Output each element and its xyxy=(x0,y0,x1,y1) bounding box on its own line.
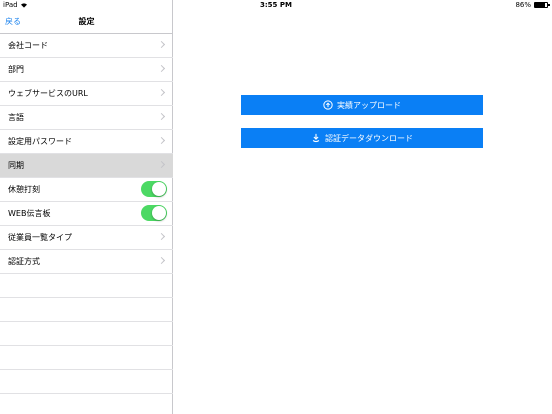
settings-row-label: 認証方式 xyxy=(8,257,40,266)
toggle-knob xyxy=(152,182,166,196)
settings-row-employee-list-type[interactable]: 従業員一覧タイプ xyxy=(0,226,173,250)
empty-list-row xyxy=(0,298,173,322)
empty-list-row xyxy=(0,274,173,298)
settings-row-label: 会社コード xyxy=(8,41,48,50)
download-icon xyxy=(312,133,320,143)
settings-row-break-stamp: 休憩打刻 xyxy=(0,178,173,202)
toggle-knob xyxy=(152,206,166,220)
sidebar-navbar: 戻る 設定 xyxy=(0,12,173,34)
status-time: 3:55 PM xyxy=(260,1,292,9)
settings-row-label: 従業員一覧タイプ xyxy=(8,233,72,242)
settings-row-label: 設定用パスワード xyxy=(8,137,72,146)
cloud-upload-icon xyxy=(323,100,333,110)
settings-row-webservice-url[interactable]: ウェブサービスのURL xyxy=(0,82,173,106)
download-auth-data-button[interactable]: 認証データダウンロード xyxy=(241,128,483,148)
empty-list-row xyxy=(0,370,173,394)
settings-row-sync[interactable]: 同期 xyxy=(0,154,173,178)
empty-list-row xyxy=(0,322,173,346)
settings-row-label: 部門 xyxy=(8,65,24,74)
sidebar-title: 設定 xyxy=(78,17,95,26)
settings-list: 会社コード 部門 ウェブサービスのURL 言語 設定用パスワード 同期 休憩打刻… xyxy=(0,34,173,414)
battery-nub xyxy=(548,4,550,6)
status-right: 86% xyxy=(515,1,550,9)
battery-fill xyxy=(535,3,546,7)
empty-list-row xyxy=(0,346,173,370)
upload-results-button[interactable]: 実績アップロード xyxy=(241,95,483,115)
settings-row-company-code[interactable]: 会社コード xyxy=(0,34,173,58)
settings-row-label: ウェブサービスのURL xyxy=(8,89,88,98)
app-window: 戻る 設定 会社コード 部門 ウェブサービスのURL 言語 設定用パスワード 同… xyxy=(0,0,552,414)
settings-sidebar: 戻る 設定 会社コード 部門 ウェブサービスのURL 言語 設定用パスワード 同… xyxy=(0,0,173,414)
upload-results-label: 実績アップロード xyxy=(337,100,401,110)
settings-row-label: 言語 xyxy=(8,113,24,122)
settings-row-department[interactable]: 部門 xyxy=(0,58,173,82)
battery-percent: 86% xyxy=(515,1,531,9)
settings-row-auth-method[interactable]: 認証方式 xyxy=(0,250,173,274)
download-auth-data-label: 認証データダウンロード xyxy=(325,133,413,143)
settings-row-label: 同期 xyxy=(8,161,24,170)
break-stamp-toggle[interactable] xyxy=(141,181,167,197)
empty-list-row xyxy=(0,394,173,414)
web-message-board-toggle[interactable] xyxy=(141,205,167,221)
settings-row-web-message-board: WEB伝言板 xyxy=(0,202,173,226)
settings-row-language[interactable]: 言語 xyxy=(0,106,173,130)
status-bar: iPad 3:55 PM 86% xyxy=(0,0,552,12)
settings-row-settings-password[interactable]: 設定用パスワード xyxy=(0,130,173,154)
battery-icon xyxy=(534,2,550,8)
